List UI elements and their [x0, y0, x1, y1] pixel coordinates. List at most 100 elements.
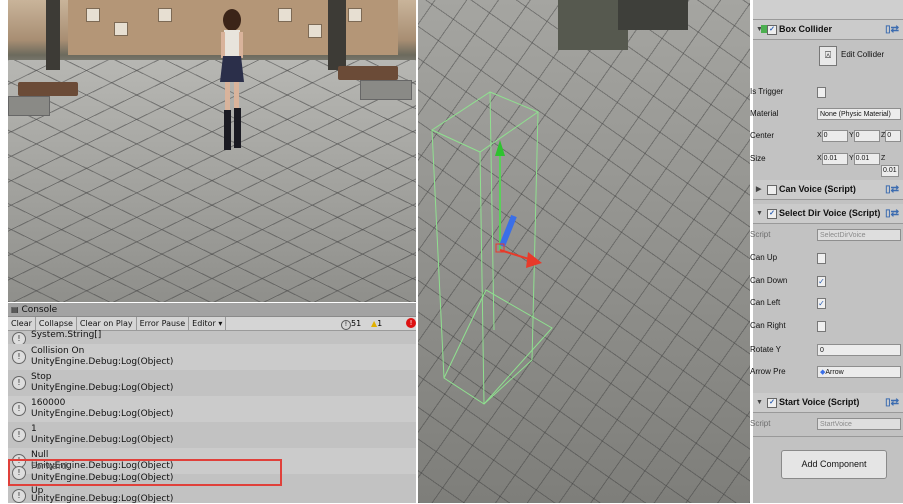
component-settings-icon[interactable]: ▯⇄	[885, 204, 899, 223]
arrow-pre-row: Arrow Pre ◆Arrow	[750, 364, 903, 380]
divider	[753, 436, 903, 437]
start-voice-header[interactable]: ▼ ✓ Start Voice (Script) ▯⇄	[753, 393, 903, 413]
console-tab[interactable]: ▤ Console	[8, 303, 416, 317]
building-window	[86, 8, 100, 22]
box-collider-enabled-checkbox[interactable]: ✓	[767, 25, 777, 35]
rotate-y-field[interactable]: 0	[817, 344, 901, 356]
component-settings-icon[interactable]: ▯⇄	[885, 20, 899, 39]
highlight-box	[8, 459, 282, 486]
can-left-checkbox[interactable]: ✓	[817, 298, 826, 309]
log-entry[interactable]: ! Up UnityEngine.Debug:Log(Object)	[8, 486, 416, 504]
size-y-field[interactable]: Y 0.01	[849, 153, 880, 165]
log-message: 160000	[31, 398, 66, 408]
select-dir-voice-enabled-checkbox[interactable]: ✓	[767, 209, 777, 219]
planter	[8, 96, 50, 116]
tree-trunk	[328, 0, 346, 70]
can-up-checkbox[interactable]	[817, 253, 826, 264]
fold-arrow-icon[interactable]: ▼	[756, 393, 763, 412]
log-entry[interactable]: ! 1 UnityEngine.Debug:Log(Object)	[8, 422, 416, 448]
can-voice-enabled-checkbox[interactable]	[767, 185, 777, 195]
can-down-checkbox[interactable]: ✓	[817, 276, 826, 287]
error-count-icon[interactable]: !	[406, 318, 416, 328]
size-x-field[interactable]: X 0.01	[817, 153, 848, 165]
info-icon: !	[12, 489, 26, 503]
script-field: SelectDirVoice	[817, 229, 901, 241]
can-left-row: Can Left ✓	[750, 295, 903, 311]
building-window	[348, 8, 362, 22]
fold-arrow-icon[interactable]: ▶	[756, 180, 761, 199]
building-window	[158, 8, 172, 22]
log-entry[interactable]: ! Collision On UnityEngine.Debug:Log(Obj…	[8, 344, 416, 370]
inspector-panel: ▼ ✓ Box Collider ▯⇄ ⍓ Edit Collider Is T…	[750, 0, 903, 503]
center-y-field[interactable]: Y0	[849, 130, 880, 142]
center-z-field[interactable]: Z0	[881, 130, 902, 142]
size-label: Size	[750, 154, 766, 163]
box-collider-header[interactable]: ▼ ✓ Box Collider ▯⇄	[753, 20, 903, 40]
log-entry[interactable]: ! System.String[]	[8, 330, 416, 346]
can-right-row: Can Right	[750, 318, 903, 334]
select-dir-voice-header[interactable]: ▼ ✓ Select Dir Voice (Script) ▯⇄	[753, 204, 903, 224]
building-window	[278, 8, 292, 22]
component-settings-icon[interactable]: ▯⇄	[885, 393, 899, 412]
can-right-label: Can Right	[750, 321, 786, 330]
warning-count-toggle[interactable]: ▲1	[371, 317, 382, 330]
log-message: 1	[31, 424, 37, 434]
inspector-top-bar	[753, 0, 903, 20]
add-component-button[interactable]: Add Component	[781, 450, 887, 479]
scene-view[interactable]	[418, 0, 750, 503]
size-z-field[interactable]: Z0.01	[881, 153, 903, 177]
log-source: UnityEngine.Debug:Log(Object)	[31, 383, 174, 393]
info-icon: !	[12, 402, 26, 416]
info-icon: !	[12, 350, 26, 364]
edit-collider-icon: ⍓	[819, 46, 837, 66]
is-trigger-checkbox[interactable]	[817, 87, 826, 98]
log-source: UnityEngine.Debug:Log(Object)	[31, 409, 174, 419]
can-down-row: Can Down ✓	[750, 273, 903, 289]
log-entry[interactable]: ! Stop UnityEngine.Debug:Log(Object)	[8, 370, 416, 396]
log-source: UnityEngine.Debug:Log(Object)	[31, 357, 174, 367]
log-message: System.String[]	[31, 330, 102, 340]
edit-collider-label: Edit Collider	[841, 50, 885, 59]
component-title: Start Voice (Script)	[779, 397, 860, 407]
can-voice-header[interactable]: ▶ Can Voice (Script) ▯⇄	[753, 180, 903, 200]
console-panel: ▤ Console Clear Collapse Clear on Play Erro…	[8, 303, 416, 504]
material-label: Material	[750, 109, 779, 118]
game-view	[8, 0, 416, 302]
info-count-toggle[interactable]: ! 51	[341, 317, 361, 330]
collapse-button[interactable]: Collapse	[36, 317, 77, 330]
console-icon: ▤	[11, 305, 19, 314]
component-title: Box Collider	[779, 24, 833, 34]
log-source: UnityEngine.Debug:Log(Object)	[31, 435, 174, 445]
can-up-row: Can Up	[750, 250, 903, 266]
console-title: Console	[21, 305, 58, 315]
log-message: Collision On	[31, 346, 85, 356]
editor-label: Editor	[192, 319, 216, 328]
planter	[360, 80, 412, 100]
bench	[338, 66, 398, 80]
info-icon: !	[12, 376, 26, 390]
center-label: Center	[750, 131, 775, 140]
console-toolbar: Clear Collapse Clear on Play Error Pause Edi…	[8, 317, 416, 331]
box-collider-gizmo	[430, 91, 553, 405]
material-field[interactable]: None (Physic Material)	[817, 108, 901, 120]
is-trigger-label: Is Trigger	[750, 87, 784, 96]
fold-arrow-icon[interactable]: ▼	[756, 204, 763, 223]
script-label: Script	[750, 230, 771, 239]
component-settings-icon[interactable]: ▯⇄	[885, 180, 899, 199]
edit-collider-button[interactable]: ⍓ Edit Collider	[819, 44, 884, 72]
error-pause-button[interactable]: Error Pause	[137, 317, 190, 330]
can-right-checkbox[interactable]	[817, 321, 826, 332]
clear-on-play-button[interactable]: Clear on Play	[77, 317, 137, 330]
center-x-field[interactable]: X0	[817, 130, 848, 142]
editor-dropdown[interactable]: Editor ▾	[189, 317, 227, 330]
center-row: Center X0 Y0 Z0	[750, 128, 903, 144]
start-voice-enabled-checkbox[interactable]: ✓	[767, 398, 777, 408]
rotate-y-row: Rotate Y 0	[750, 342, 903, 358]
can-left-label: Can Left	[750, 298, 781, 307]
arrow-pre-field[interactable]: ◆Arrow	[817, 366, 901, 378]
size-row: Size X 0.01 Y 0.01 Z0.01	[750, 151, 903, 177]
building-window	[114, 22, 128, 36]
clear-button[interactable]: Clear	[8, 317, 36, 330]
info-icon: !	[341, 320, 351, 330]
log-entry[interactable]: ! 160000 UnityEngine.Debug:Log(Object)	[8, 396, 416, 422]
